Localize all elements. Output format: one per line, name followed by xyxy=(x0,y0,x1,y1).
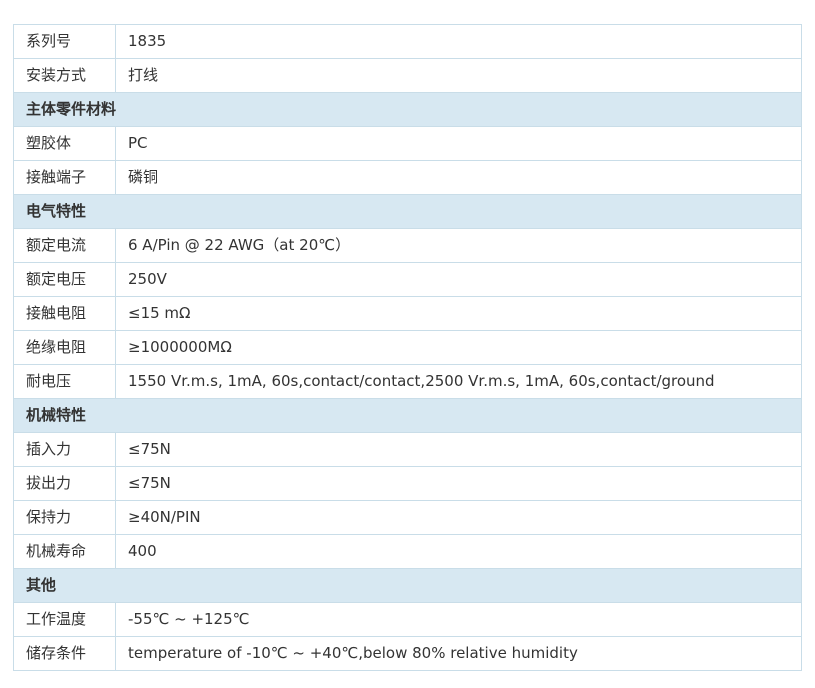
section-title: 其他 xyxy=(13,568,802,603)
spec-table-body: 系列号 1835 安装方式 打线 主体零件材料 塑胶体 PC 接触端子 磷铜 电… xyxy=(13,24,802,671)
spec-label: 机械寿命 xyxy=(13,534,116,569)
spec-row: 插入力 ≤75N xyxy=(13,432,802,467)
spec-label: 工作温度 xyxy=(13,602,116,637)
spec-value: ≤15 mΩ xyxy=(115,296,802,331)
spec-value: PC xyxy=(115,126,802,161)
spec-label: 绝缘电阻 xyxy=(13,330,116,365)
spec-value: 磷铜 xyxy=(115,160,802,195)
spec-row: 保持力 ≥40N/PIN xyxy=(13,500,802,535)
spec-label: 储存条件 xyxy=(13,636,116,671)
spec-label: 拔出力 xyxy=(13,466,116,501)
spec-value: ≤75N xyxy=(115,432,802,467)
section-header: 电气特性 xyxy=(13,194,802,229)
spec-value: 1835 xyxy=(115,24,802,59)
spec-label: 系列号 xyxy=(13,24,116,59)
spec-row: 系列号 1835 xyxy=(13,24,802,59)
spec-row: 额定电流 6 A/Pin @ 22 AWG（at 20℃） xyxy=(13,228,802,263)
spec-label: 耐电压 xyxy=(13,364,116,399)
spec-value: ≥40N/PIN xyxy=(115,500,802,535)
spec-label: 插入力 xyxy=(13,432,116,467)
spec-label: 塑胶体 xyxy=(13,126,116,161)
spec-label: 接触电阻 xyxy=(13,296,116,331)
section-header: 其他 xyxy=(13,568,802,603)
spec-row: 塑胶体 PC xyxy=(13,126,802,161)
spec-value: 1550 Vr.m.s, 1mA, 60s,contact/contact,25… xyxy=(115,364,802,399)
section-header: 机械特性 xyxy=(13,398,802,433)
spec-row: 工作温度 -55℃ ~ +125℃ xyxy=(13,602,802,637)
spec-row: 额定电压 250V xyxy=(13,262,802,297)
spec-label: 接触端子 xyxy=(13,160,116,195)
spec-row: 耐电压 1550 Vr.m.s, 1mA, 60s,contact/contac… xyxy=(13,364,802,399)
spec-label: 保持力 xyxy=(13,500,116,535)
spec-value: temperature of -10℃ ~ +40℃,below 80% rel… xyxy=(115,636,802,671)
spec-label: 额定电压 xyxy=(13,262,116,297)
spec-value: ≤75N xyxy=(115,466,802,501)
section-title: 主体零件材料 xyxy=(13,92,802,127)
section-header: 主体零件材料 xyxy=(13,92,802,127)
spec-value: 打线 xyxy=(115,58,802,93)
spec-row: 储存条件 temperature of -10℃ ~ +40℃,below 80… xyxy=(13,636,802,671)
spec-label: 安装方式 xyxy=(13,58,116,93)
section-title: 电气特性 xyxy=(13,194,802,229)
spec-row: 绝缘电阻 ≥1000000MΩ xyxy=(13,330,802,365)
spec-value: 6 A/Pin @ 22 AWG（at 20℃） xyxy=(115,228,802,263)
spec-value: 250V xyxy=(115,262,802,297)
spec-value: ≥1000000MΩ xyxy=(115,330,802,365)
spec-row: 安装方式 打线 xyxy=(13,58,802,93)
spec-row: 接触端子 磷铜 xyxy=(13,160,802,195)
spec-row: 拔出力 ≤75N xyxy=(13,466,802,501)
spec-value: -55℃ ~ +125℃ xyxy=(115,602,802,637)
spec-label: 额定电流 xyxy=(13,228,116,263)
section-title: 机械特性 xyxy=(13,398,802,433)
spec-row: 接触电阻 ≤15 mΩ xyxy=(13,296,802,331)
spec-row: 机械寿命 400 xyxy=(13,534,802,569)
spec-table: 系列号 1835 安装方式 打线 主体零件材料 塑胶体 PC 接触端子 磷铜 电… xyxy=(13,24,802,671)
spec-value: 400 xyxy=(115,534,802,569)
